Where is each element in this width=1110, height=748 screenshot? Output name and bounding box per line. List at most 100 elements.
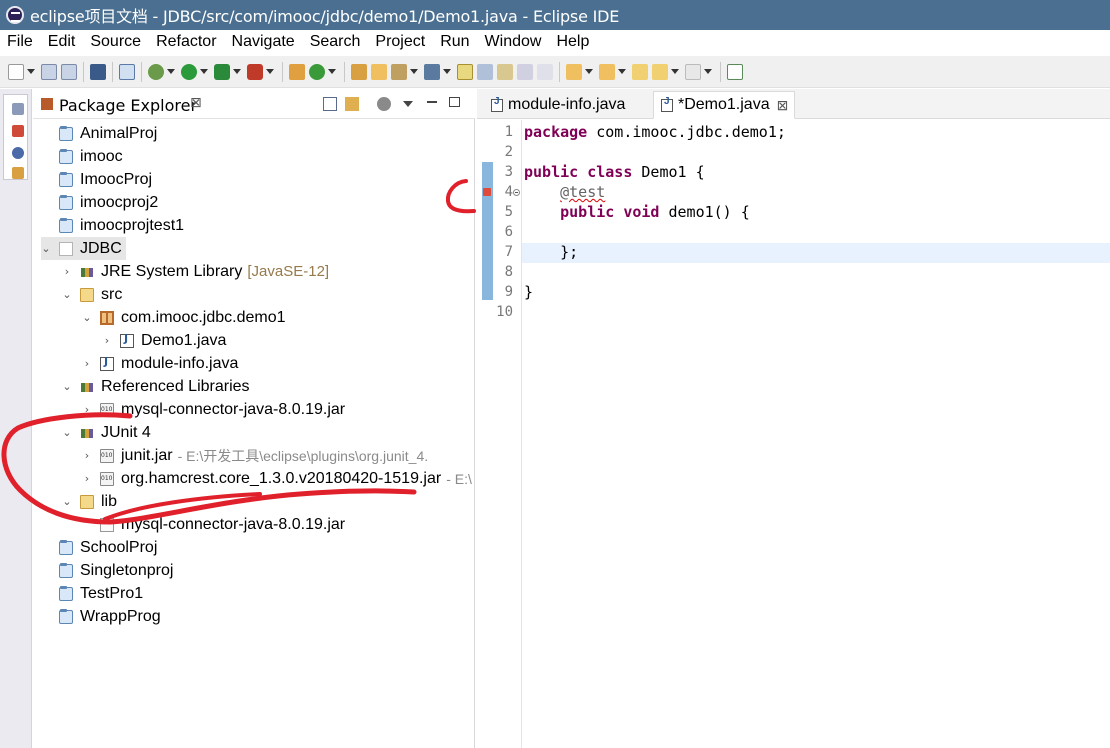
next-annotation-dropdown-icon[interactable]: [585, 69, 593, 74]
chevron-down-icon[interactable]: ⌄: [62, 288, 72, 301]
package-explorer-tab[interactable]: Package Explorer ⊠: [33, 89, 475, 119]
menu-search[interactable]: Search: [310, 33, 361, 51]
search-icon[interactable]: [424, 63, 440, 80]
code-line[interactable]: public class Demo1 {: [524, 163, 705, 181]
menu-source[interactable]: Source: [90, 33, 141, 51]
tree-item[interactable]: TestPro1: [59, 582, 143, 605]
tree-item[interactable]: SchoolProj: [59, 536, 157, 559]
tree-item[interactable]: ⌄ JUnit 4: [62, 421, 150, 444]
tree-item[interactable]: Singletonproj: [59, 559, 173, 582]
tree-item[interactable]: › Demo1.java: [102, 329, 227, 352]
tree-item[interactable]: ⌄ lib: [62, 490, 117, 513]
tree-item-jdbc[interactable]: ⌄ JDBC: [41, 237, 126, 260]
skip-breakpoints-icon[interactable]: [119, 63, 135, 80]
chevron-right-icon[interactable]: ›: [102, 334, 112, 347]
open-perspective-icon[interactable]: [727, 63, 743, 80]
new-class-icon[interactable]: [309, 63, 325, 80]
tree-item[interactable]: AnimalProj: [59, 122, 157, 145]
menu-project[interactable]: Project: [375, 33, 425, 51]
tab-module-info[interactable]: module-info.java: [483, 91, 653, 119]
new-dropdown-icon[interactable]: [27, 69, 35, 74]
mark-occurrences-icon[interactable]: [457, 63, 473, 80]
coverage-dropdown-icon[interactable]: [233, 69, 241, 74]
collapse-all-icon[interactable]: [323, 97, 337, 111]
menu-file[interactable]: File: [7, 33, 33, 51]
open-task-icon[interactable]: [391, 63, 407, 80]
chevron-right-icon[interactable]: ›: [82, 449, 92, 462]
new-java-project-icon[interactable]: [289, 63, 305, 80]
chevron-down-icon[interactable]: ⌄: [62, 380, 72, 393]
chevron-down-icon[interactable]: ⌄: [82, 311, 92, 324]
declaration-icon[interactable]: [12, 167, 24, 179]
chevron-right-icon[interactable]: ›: [62, 265, 72, 278]
tree-item[interactable]: imooc: [59, 145, 123, 168]
terminal-icon[interactable]: [90, 63, 106, 80]
tree-item[interactable]: ⌄ com.imooc.jdbc.demo1: [82, 306, 285, 329]
coverage-icon[interactable]: [214, 63, 230, 80]
tree-item[interactable]: › junit.jar - E:\开发工具\eclipse\plugins\or…: [82, 444, 472, 467]
code-line[interactable]: };: [524, 243, 578, 261]
menu-help[interactable]: Help: [556, 33, 589, 51]
previous-annotation-dropdown-icon[interactable]: [618, 69, 626, 74]
debug-dropdown-icon[interactable]: [167, 69, 175, 74]
new-icon[interactable]: [8, 63, 24, 80]
menu-run[interactable]: Run: [440, 33, 469, 51]
menu-refactor[interactable]: Refactor: [156, 33, 216, 51]
chevron-right-icon[interactable]: ›: [82, 472, 92, 485]
link-with-editor-icon[interactable]: [345, 97, 359, 111]
menu-edit[interactable]: Edit: [48, 33, 76, 51]
menu-window[interactable]: Window: [485, 33, 542, 51]
type-hierarchy-icon[interactable]: [12, 125, 24, 137]
chevron-down-icon[interactable]: ⌄: [62, 495, 72, 508]
forward-dropdown-icon[interactable]: [704, 69, 712, 74]
search-dropdown-icon[interactable]: [443, 69, 451, 74]
tree-item[interactable]: › module-info.java: [82, 352, 239, 375]
show-whitespace-icon[interactable]: [517, 63, 533, 80]
chevron-down-icon[interactable]: ⌄: [62, 426, 72, 439]
save-icon[interactable]: [41, 63, 57, 80]
code-line[interactable]: public void demo1() {: [524, 203, 750, 221]
filters-icon[interactable]: [377, 97, 391, 111]
forward-icon[interactable]: [685, 63, 701, 80]
maximize-icon[interactable]: [449, 97, 460, 107]
tree-item[interactable]: mysql-connector-java-8.0.19.jar: [100, 513, 345, 536]
code-line[interactable]: }: [524, 283, 533, 301]
open-folder-icon[interactable]: [371, 63, 387, 80]
save-all-icon[interactable]: [61, 63, 77, 80]
back-icon[interactable]: [652, 63, 668, 80]
error-icon[interactable]: [483, 188, 491, 196]
close-icon[interactable]: ⊠: [190, 95, 202, 111]
new-class-dropdown-icon[interactable]: [328, 69, 336, 74]
external-tools-icon[interactable]: [247, 63, 263, 80]
block-selection-icon[interactable]: [497, 63, 513, 80]
chevron-right-icon[interactable]: ›: [82, 357, 92, 370]
previous-annotation-icon[interactable]: [599, 63, 615, 80]
tree-item[interactable]: › mysql-connector-java-8.0.19.jar: [82, 398, 345, 421]
tree-item[interactable]: ⌄ src: [62, 283, 122, 306]
code-line[interactable]: package com.imooc.jdbc.demo1;: [524, 123, 786, 141]
menu-navigate[interactable]: Navigate: [232, 33, 295, 51]
pilcrow-icon[interactable]: [537, 63, 553, 80]
external-tools-dropdown-icon[interactable]: [266, 69, 274, 74]
tree-item[interactable]: ImoocProj: [59, 168, 152, 191]
back-dropdown-icon[interactable]: [671, 69, 679, 74]
next-annotation-icon[interactable]: [566, 63, 582, 80]
tree-item[interactable]: › JRE System Library [JavaSE-12]: [62, 260, 329, 283]
view-menu-icon[interactable]: [403, 101, 413, 107]
tree-item[interactable]: imoocproj2: [59, 191, 158, 214]
tree-item[interactable]: imoocprojtest1: [59, 214, 184, 237]
run-icon[interactable]: [181, 63, 197, 80]
debug-icon[interactable]: [148, 63, 164, 80]
task-dropdown-icon[interactable]: [410, 69, 418, 74]
word-wrap-icon[interactable]: [477, 63, 493, 80]
run-dropdown-icon[interactable]: [200, 69, 208, 74]
open-type-icon[interactable]: [351, 63, 367, 80]
code-line[interactable]: @test: [524, 183, 605, 201]
tree-item[interactable]: WrappProg: [59, 605, 161, 628]
javadoc-icon[interactable]: [12, 147, 24, 159]
tab-demo1[interactable]: *Demo1.java ⊠: [653, 91, 795, 119]
restore-icon[interactable]: [12, 103, 24, 115]
tree-item[interactable]: ⌄ Referenced Libraries: [62, 375, 249, 398]
chevron-right-icon[interactable]: ›: [82, 403, 92, 416]
close-icon[interactable]: ⊠: [777, 97, 789, 114]
